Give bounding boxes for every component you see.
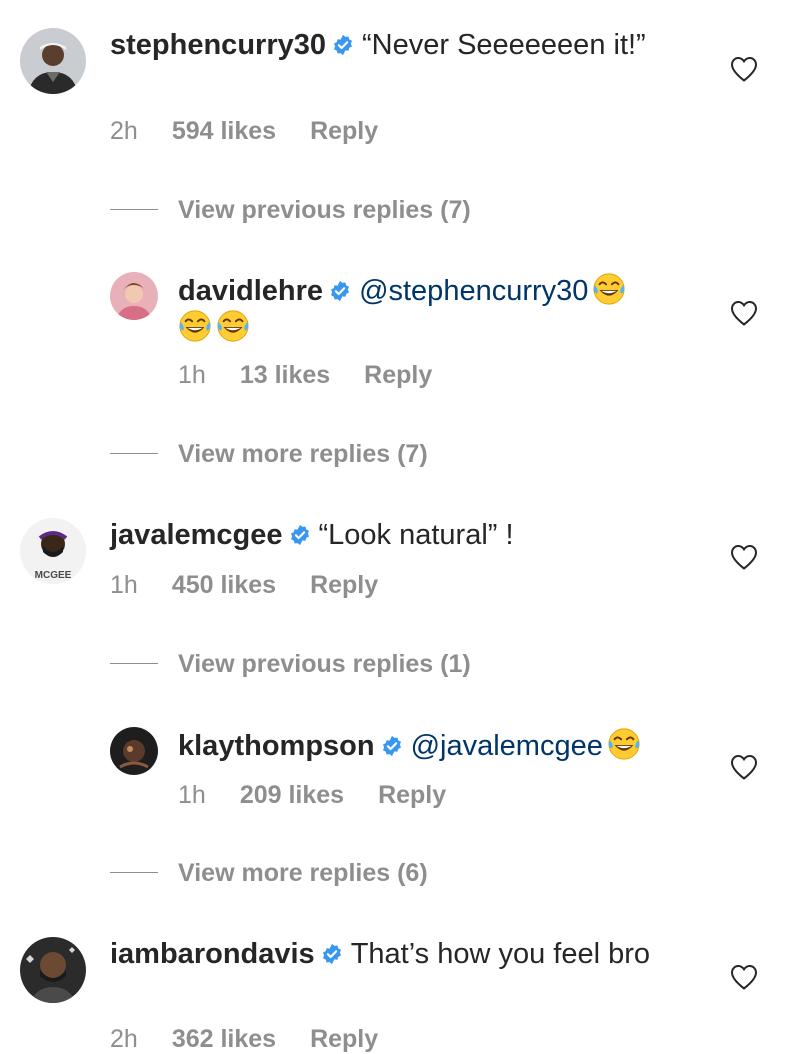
avatar-klaythompson[interactable] (110, 727, 158, 775)
thread-divider (110, 872, 158, 873)
reply-button[interactable]: Reply (310, 571, 378, 599)
face-with-tears-of-joy-icon (178, 309, 212, 343)
reply-button[interactable]: Reply (364, 361, 432, 389)
comment-text: “Look natural” ! (318, 519, 514, 551)
face-with-tears-of-joy-icon (216, 309, 250, 343)
comment-time: 2h (110, 117, 138, 145)
comment-time: 2h (110, 1025, 138, 1053)
thread-divider (110, 453, 158, 454)
mention-link[interactable]: @stephencurry30 (359, 275, 588, 307)
verified-badge-icon (289, 524, 311, 546)
view-replies-label: View previous replies (1) (178, 650, 471, 678)
view-more-replies-button[interactable]: View more replies (7) (110, 440, 428, 469)
likes-count[interactable]: 209 likes (240, 781, 344, 809)
user-photo-icon (20, 28, 86, 94)
verified-badge-icon (332, 34, 354, 56)
likes-count[interactable]: 450 likes (172, 571, 276, 599)
face-with-tears-of-joy-icon (607, 727, 641, 761)
view-previous-replies-button[interactable]: View previous replies (1) (110, 650, 471, 679)
verified-badge-icon (329, 280, 351, 302)
avatar-davidlehre[interactable] (110, 272, 158, 320)
heart-outline-icon[interactable] (730, 754, 758, 780)
username[interactable]: davidlehre (178, 275, 323, 307)
heart-outline-icon[interactable] (730, 964, 758, 990)
view-previous-replies-button[interactable]: View previous replies (7) (110, 196, 471, 225)
user-photo-icon (110, 272, 158, 320)
username[interactable]: stephencurry30 (110, 29, 326, 61)
view-replies-label: View more replies (6) (178, 859, 428, 887)
user-photo-icon (20, 937, 86, 1003)
verified-badge-icon (321, 943, 343, 965)
reply-button[interactable]: Reply (310, 117, 378, 145)
svg-text:MCGEE: MCGEE (35, 570, 72, 581)
username[interactable]: javalemcgee (110, 519, 283, 551)
username[interactable]: klaythompson (178, 730, 375, 762)
likes-count[interactable]: 594 likes (172, 117, 276, 145)
thread-divider (110, 209, 158, 210)
comment-text: That’s how you feel bro (350, 938, 650, 970)
comment-time: 1h (110, 571, 138, 599)
comment-time: 1h (178, 361, 206, 389)
user-photo-icon: MCGEE (20, 518, 86, 584)
comment-text: “Never Seeeeeeen it!” (362, 29, 646, 61)
thread-divider (110, 663, 158, 664)
view-replies-label: View previous replies (7) (178, 196, 471, 224)
avatar-javalemcgee[interactable]: MCGEE (20, 518, 86, 584)
face-with-tears-of-joy-icon (592, 272, 626, 306)
avatar-iambarondavis[interactable] (20, 937, 86, 1003)
reply-button[interactable]: Reply (310, 1025, 378, 1053)
view-replies-label: View more replies (7) (178, 440, 428, 468)
username[interactable]: iambarondavis (110, 938, 315, 970)
heart-outline-icon[interactable] (730, 300, 758, 326)
user-photo-icon (110, 727, 158, 775)
verified-badge-icon (381, 735, 403, 757)
heart-outline-icon[interactable] (730, 56, 758, 82)
comment-time: 1h (178, 781, 206, 809)
avatar-stephencurry30[interactable] (20, 28, 86, 94)
view-more-replies-button[interactable]: View more replies (6) (110, 859, 428, 888)
mention-link[interactable]: @javalemcgee (411, 730, 603, 762)
likes-count[interactable]: 362 likes (172, 1025, 276, 1053)
likes-count[interactable]: 13 likes (240, 361, 330, 389)
heart-outline-icon[interactable] (730, 544, 758, 570)
reply-button[interactable]: Reply (378, 781, 446, 809)
